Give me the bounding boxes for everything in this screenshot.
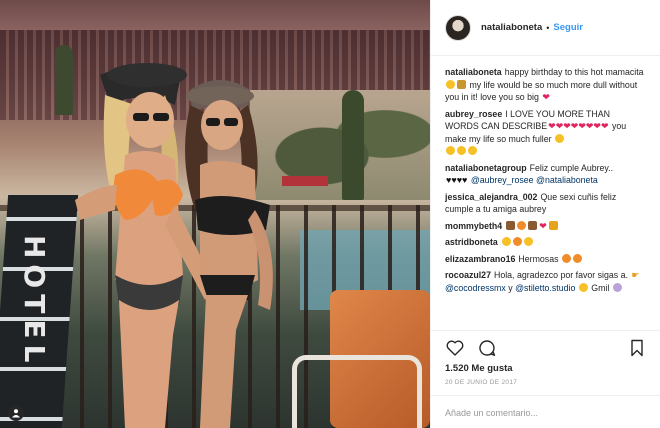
mention-link[interactable]: @nataliaboneta xyxy=(536,175,598,185)
instagram-post-view: HOTEL nataliaboneta • Seguir nataliabone… xyxy=(0,0,660,428)
smiling-emoji-icon xyxy=(555,133,565,143)
chair-frame xyxy=(292,355,422,428)
comment: nataliaboneta happy birthday to this hot … xyxy=(445,66,646,104)
smiling-emoji-icon xyxy=(457,146,466,155)
comment-text: happy birthday to this hot mamacita xyxy=(504,67,644,77)
smiling-emoji-icon xyxy=(578,282,588,292)
sky xyxy=(0,0,430,30)
person-right xyxy=(185,80,273,428)
heart-emoji-icon: ❤ xyxy=(542,92,550,102)
follow-button[interactable]: Seguir xyxy=(553,22,583,33)
like-heart-icon[interactable] xyxy=(445,338,465,358)
comment: rocoazul27 Hola, agradezco por favor siga… xyxy=(445,269,646,294)
action-icons xyxy=(445,335,647,361)
comment-username[interactable]: elizazambrano16 xyxy=(445,254,515,264)
comment-text-2: my life would be so much more dull witho… xyxy=(445,79,638,103)
comment: nataliabonetagroup Feliz cumple Aubrey.. … xyxy=(445,162,646,187)
towel-lettering: HOTEL xyxy=(18,235,51,369)
gift-emoji-icon xyxy=(548,220,558,230)
comment-joiner: y xyxy=(508,282,513,293)
comment-bubble-icon[interactable] xyxy=(477,338,497,358)
smiling-emoji-icon xyxy=(523,237,533,246)
heart-eyes-emoji-icon xyxy=(561,253,571,263)
party-emoji-icon xyxy=(506,220,516,230)
smiling-emoji-icon xyxy=(446,79,455,89)
heart-eyes-emoji-icon xyxy=(572,253,582,263)
cake-emoji-icon xyxy=(528,220,538,230)
post-photo[interactable]: HOTEL xyxy=(0,0,430,428)
header-username[interactable]: nataliaboneta xyxy=(481,22,542,33)
post-actions: 1.520 Me gusta 20 DE JUNIO DE 2017 xyxy=(431,330,660,428)
cypress-tree-right xyxy=(342,90,364,200)
mention-link[interactable]: @aubrey_rosee xyxy=(471,175,534,185)
header-separator: • xyxy=(546,22,550,33)
heart-eyes-emoji-icon xyxy=(512,237,522,246)
like-count[interactable]: 1.520 Me gusta xyxy=(445,363,647,374)
heart-emoji-icon: ❤❤❤❤❤❤❤❤ xyxy=(548,121,609,131)
comment-username[interactable]: astridboneta xyxy=(445,237,498,247)
comment: astridboneta xyxy=(445,236,646,249)
comment: mommybeth4 ❤ xyxy=(445,220,646,233)
avatar[interactable] xyxy=(445,14,471,41)
comment-input[interactable] xyxy=(445,407,645,418)
user-tag-icon[interactable] xyxy=(8,405,24,421)
comment-username[interactable]: nataliaboneta xyxy=(445,67,502,77)
smiling-emoji-icon xyxy=(446,146,455,155)
bookmark-icon[interactable] xyxy=(627,338,647,358)
comment-username[interactable]: rocoazul27 xyxy=(445,270,491,280)
carrot-emoji-icon xyxy=(517,220,527,230)
add-comment-bar xyxy=(431,395,660,428)
heart-emoji-icon: ❤ xyxy=(539,220,547,231)
comment: jessica_alejandra_002 Que sexi cuñis feli… xyxy=(445,191,646,216)
comment-username[interactable]: nataliabonetagroup xyxy=(445,163,527,173)
post-side-panel: nataliaboneta • Seguir nataliaboneta happ… xyxy=(430,0,660,428)
comment-text: Feliz cumple Aubrey.. xyxy=(529,162,614,173)
post-header: nataliaboneta • Seguir xyxy=(431,0,660,56)
comment-text: Hermosas xyxy=(518,253,559,264)
smiling-emoji-icon xyxy=(501,237,511,246)
comment-text-2: Gmil xyxy=(591,282,610,293)
person-emoji-icon xyxy=(612,282,622,292)
comment-text: Hola, agradezco por favor sigas a. xyxy=(493,270,628,280)
comment-username[interactable]: mommybeth4 xyxy=(445,221,502,231)
taco-emoji-icon xyxy=(457,79,466,89)
smiling-emoji-icon xyxy=(468,146,477,155)
point-right-emoji-icon: ☛ xyxy=(631,270,640,280)
post-date: 20 DE JUNIO DE 2017 xyxy=(445,379,518,386)
black-heart-emoji-icon: ♥♥♥♥ xyxy=(446,175,468,185)
comment-username[interactable]: aubrey_rosee xyxy=(445,109,502,119)
mention-link[interactable]: @stiletto.studio xyxy=(515,283,575,293)
mention-link[interactable]: @cocodressmx xyxy=(445,283,506,293)
comment: elizazambrano16 Hermosas xyxy=(445,253,646,266)
comment: aubrey_rosee I LOVE YOU MORE THAN WORDS C… xyxy=(445,108,646,158)
comment-username[interactable]: jessica_alejandra_002 xyxy=(445,192,537,202)
comments-list: nataliaboneta happy birthday to this hot … xyxy=(431,56,660,324)
